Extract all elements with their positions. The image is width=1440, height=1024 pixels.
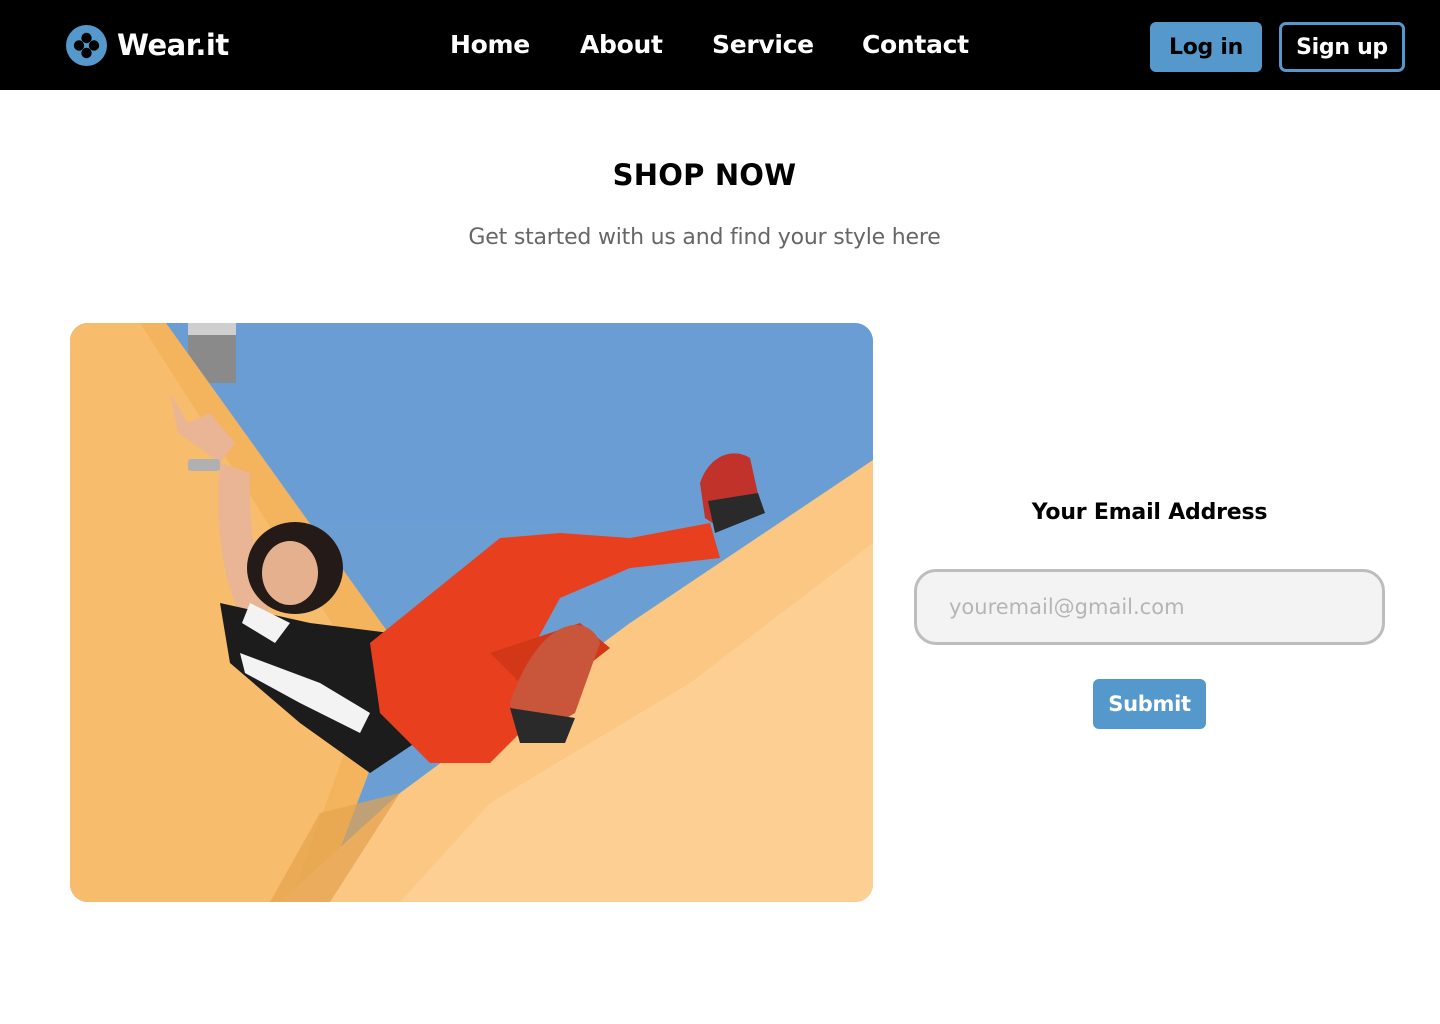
nav-link-contact[interactable]: Contact — [862, 30, 969, 59]
page-title: SHOP NOW — [612, 158, 797, 192]
hero-image — [70, 323, 873, 902]
hero-photo-illustration — [70, 323, 873, 902]
email-label: Your Email Address — [1031, 500, 1268, 525]
nav-link-about[interactable]: About — [580, 30, 663, 59]
email-input[interactable] — [914, 569, 1385, 645]
nav-link-service[interactable]: Service — [712, 30, 814, 59]
submit-button[interactable]: Submit — [1093, 679, 1206, 729]
page-subtitle: Get started with us and find your style … — [468, 225, 941, 250]
login-button[interactable]: Log in — [1150, 22, 1262, 72]
nav-link-home[interactable]: Home — [450, 30, 530, 59]
signup-button[interactable]: Sign up — [1279, 22, 1405, 72]
top-navbar: Wear.it Home About Service Contact Log i… — [0, 0, 1440, 90]
